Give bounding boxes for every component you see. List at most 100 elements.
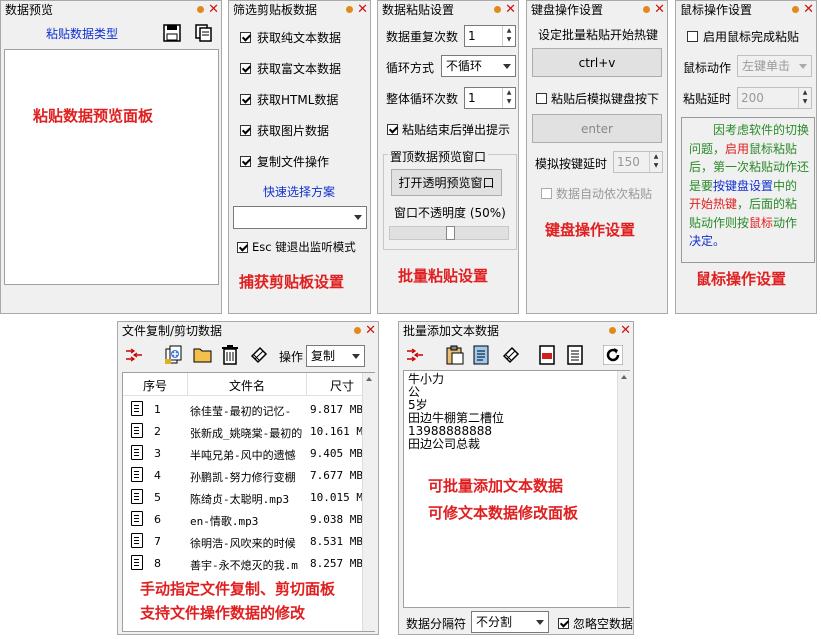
- vertical-scrollbar[interactable]: [362, 373, 376, 631]
- hotkey-button[interactable]: ctrl+v: [532, 48, 662, 77]
- table-row[interactable]: 7 徐明浩-风吹来的时候 8.531 MB: [123, 531, 362, 553]
- paste-icon[interactable]: [445, 345, 465, 365]
- whole-loop-spinner[interactable]: 1 ▲ ▼: [464, 87, 516, 109]
- checkbox-simulate-key[interactable]: 粘贴后模拟键盘按下: [536, 90, 659, 107]
- switch-panel-icon[interactable]: [405, 345, 425, 365]
- checkbox[interactable]: [541, 188, 552, 199]
- column-header-no[interactable]: 序号: [143, 377, 167, 394]
- open-transparent-preview-button[interactable]: 打开透明预览窗口: [391, 169, 502, 196]
- checkbox[interactable]: [387, 124, 398, 135]
- close-icon[interactable]: ✕: [505, 3, 516, 16]
- scroll-up-icon[interactable]: [366, 377, 372, 381]
- spinner-arrows-icon[interactable]: ▲ ▼: [798, 88, 811, 108]
- pin-icon[interactable]: [609, 327, 617, 334]
- checkbox[interactable]: [240, 125, 251, 136]
- copy-icon[interactable]: [194, 23, 214, 43]
- operation-select[interactable]: 复制: [306, 345, 365, 367]
- key-delay-spinner[interactable]: 150 ▲ ▼: [613, 151, 663, 173]
- spinner-arrows-icon[interactable]: ▲ ▼: [502, 88, 515, 108]
- clear-icon[interactable]: [501, 345, 521, 365]
- table-row[interactable]: 3 半吨兄弟-风中的遗憾 9.405 MB: [123, 443, 362, 465]
- checkbox-label: 忽略空数据: [573, 617, 634, 631]
- separator-select[interactable]: 不分割: [471, 611, 549, 633]
- switch-panel-icon[interactable]: [124, 345, 144, 365]
- table-row[interactable]: 6 en-情歌.mp3 9.038 MB: [123, 509, 362, 531]
- enter-key-button[interactable]: enter: [532, 114, 662, 143]
- table-row[interactable]: 5 陈绮贞-太聪明.mp3 10.015 MB: [123, 487, 362, 509]
- checkbox-label: 获取图片数据: [257, 124, 330, 138]
- column-header-name[interactable]: 文件名: [229, 377, 265, 394]
- close-icon[interactable]: ✕: [208, 3, 219, 16]
- info-text-fragment: 决定。: [689, 234, 726, 248]
- scroll-up-icon[interactable]: [621, 375, 627, 379]
- pin-icon[interactable]: [792, 6, 800, 13]
- repeat-count-spinner[interactable]: 1 ▲ ▼: [464, 25, 516, 47]
- quick-select-link[interactable]: 快速选择方案: [263, 183, 335, 200]
- loop-mode-select[interactable]: 不循环: [441, 55, 516, 77]
- checkbox[interactable]: [536, 93, 547, 104]
- close-icon[interactable]: ✕: [365, 324, 376, 337]
- close-icon[interactable]: ✕: [803, 3, 814, 16]
- file-icon: [131, 555, 143, 570]
- spinner-arrows-icon[interactable]: ▲ ▼: [502, 26, 515, 46]
- clear-icon[interactable]: [249, 345, 269, 365]
- row-number: 8: [154, 557, 161, 570]
- checkbox[interactable]: [687, 31, 698, 42]
- pin-icon[interactable]: [197, 6, 205, 13]
- checkbox-enable-mouse[interactable]: 启用鼠标完成粘贴: [687, 28, 799, 45]
- document-icon[interactable]: [565, 345, 585, 365]
- checkbox[interactable]: [237, 241, 248, 253]
- preview-area[interactable]: [4, 49, 219, 285]
- checkbox[interactable]: [240, 94, 251, 105]
- checkbox-label: 获取富文本数据: [257, 62, 342, 76]
- pin-icon[interactable]: [494, 6, 502, 13]
- column-header-size[interactable]: 尺寸: [330, 377, 354, 394]
- text-editor[interactable]: 牛小力公 5岁 田边牛棚第二槽位 13988888888 田边公司总裁 可批量添加文本数…: [403, 370, 631, 608]
- paste-delay-spinner[interactable]: 200 ▲ ▼: [737, 87, 812, 109]
- opacity-slider-track[interactable]: [389, 226, 509, 240]
- file-name: 徐佳莹-最初的记忆-: [190, 405, 292, 418]
- panel-title: 数据预览: [5, 3, 54, 17]
- checkbox[interactable]: [240, 63, 251, 74]
- table-row[interactable]: 2 张新成_姚晓棠-最初的 10.161 MB: [123, 421, 362, 443]
- checkbox[interactable]: [240, 32, 251, 43]
- scheme-select[interactable]: [233, 206, 367, 229]
- opacity-slider-thumb[interactable]: [445, 226, 455, 240]
- row-number: 6: [154, 513, 161, 526]
- pin-icon[interactable]: [354, 327, 362, 334]
- repeat-count-label: 数据重复次数: [386, 30, 459, 44]
- file-list[interactable]: 序号 文件名 尺寸 1 徐佳莹-最初的记忆- 9.817 MB 2 张新成_姚晓棠-最初…: [122, 372, 376, 632]
- add-files-icon[interactable]: [164, 345, 184, 365]
- table-row[interactable]: 1 徐佳莹-最初的记忆- 9.817 MB: [123, 399, 362, 421]
- spinner-arrows-icon[interactable]: ▲ ▼: [649, 152, 662, 172]
- vertical-scrollbar[interactable]: [617, 371, 631, 607]
- checkbox[interactable]: [240, 156, 251, 167]
- checkbox-image[interactable]: 获取图片数据: [240, 122, 329, 139]
- checkbox-auto-paste[interactable]: 数据自动依次粘贴: [541, 185, 652, 202]
- folder-icon[interactable]: [193, 345, 213, 365]
- pdf-icon[interactable]: [537, 345, 557, 365]
- table-row[interactable]: 8 善宇-永不熄灭的我.m 8.257 MB: [123, 553, 362, 575]
- delete-icon[interactable]: [220, 345, 240, 365]
- panel-controls: ✕: [494, 3, 516, 16]
- close-icon[interactable]: ✕: [357, 3, 368, 16]
- checkbox-plain-text[interactable]: 获取纯文本数据: [240, 29, 341, 46]
- pin-icon[interactable]: [643, 6, 651, 13]
- close-icon[interactable]: ✕: [620, 324, 631, 337]
- close-icon[interactable]: ✕: [654, 3, 665, 16]
- checkbox-esc-exit[interactable]: Esc 键退出监听模式: [237, 239, 356, 255]
- mouse-action-select[interactable]: 左键单击: [737, 55, 812, 77]
- pin-icon[interactable]: [346, 6, 354, 13]
- checkbox-popup-tip[interactable]: 粘贴结束后弹出提示: [387, 121, 510, 138]
- save-icon[interactable]: [162, 23, 182, 43]
- checkbox-rich-text[interactable]: 获取富文本数据: [240, 60, 341, 77]
- checkbox[interactable]: [558, 618, 569, 629]
- checkbox-copy-file[interactable]: 复制文件操作: [240, 153, 329, 170]
- annotation-label: 可修文本数据修改面板: [428, 504, 579, 522]
- text-file-icon[interactable]: [471, 345, 491, 365]
- checkbox-ignore-empty[interactable]: 忽略空数据: [558, 615, 633, 632]
- table-row[interactable]: 4 孙鹏凯-努力修行变棚 7.677 MB: [123, 465, 362, 487]
- paste-data-type-link[interactable]: 粘贴数据类型: [46, 25, 118, 42]
- checkbox-html[interactable]: 获取HTML数据: [240, 91, 338, 108]
- refresh-icon[interactable]: [603, 345, 623, 365]
